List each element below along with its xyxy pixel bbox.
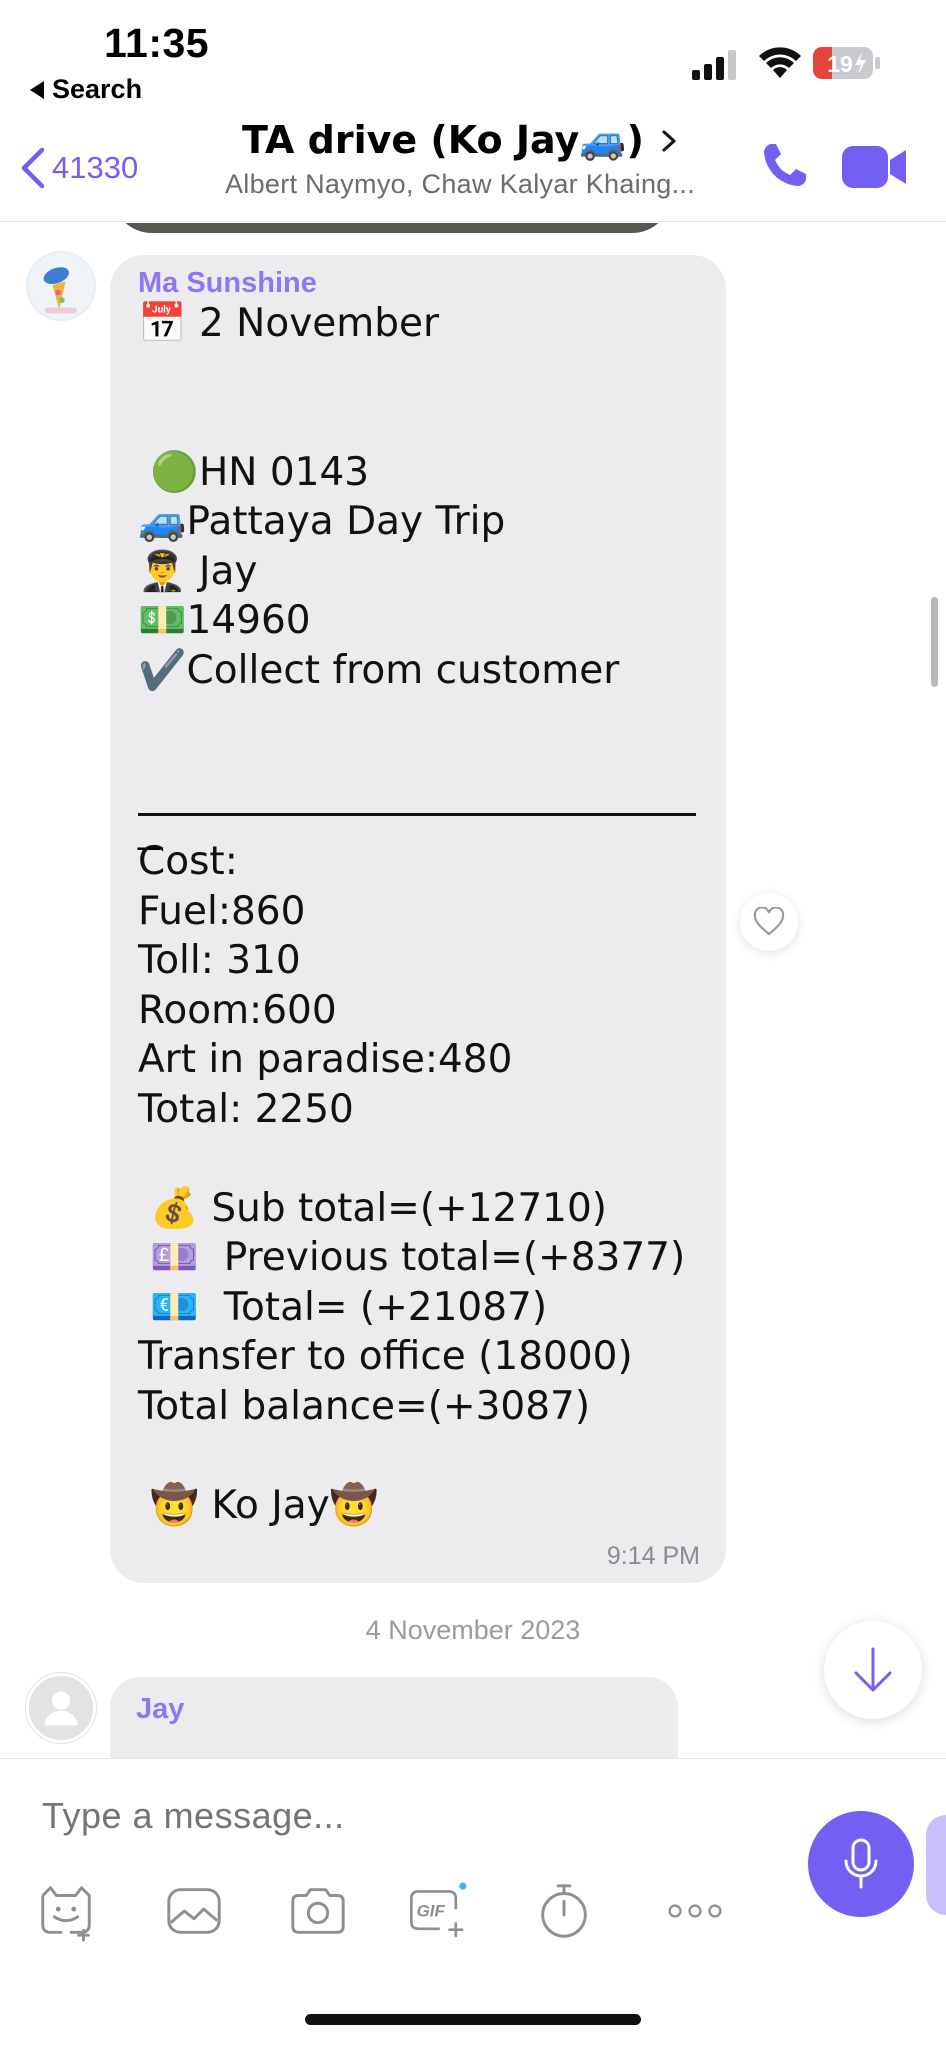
scroll-to-bottom-button[interactable] xyxy=(824,1621,922,1719)
message-text-cost: Cost: Fuel:860 Toll: 310 Room:600 Art in par… xyxy=(138,837,718,1530)
sticker-icon xyxy=(41,1886,91,1942)
avatar[interactable] xyxy=(26,251,96,321)
cellular-signal-icon xyxy=(692,50,736,80)
message-line: Room:600 xyxy=(138,987,337,1033)
composer: GIF xyxy=(0,1758,946,2048)
message-list[interactable]: Ma Sunshine 📅 2 November 🟢HN 0143 🚙Pattay… xyxy=(0,223,946,1758)
message-line xyxy=(138,349,718,399)
battery-level: 19 xyxy=(827,51,853,77)
message-line: 💶 Total= (+21087) xyxy=(138,1284,548,1330)
message-line: Transfer to office (18000) xyxy=(138,1334,633,1379)
chat-title: TA drive (Ko Jay🚙) xyxy=(242,118,644,162)
message-text-top: 📅 2 November 🟢HN 0143 🚙Pattaya Day Trip 👨‍… xyxy=(138,299,718,695)
disappearing-message-button[interactable] xyxy=(532,1879,596,1943)
wifi-icon xyxy=(759,47,801,78)
message-line: 🚙Pattaya Day Trip xyxy=(138,499,506,544)
chat-header: 41330 TA drive (Ko Jay🚙) Albert Naymyo, … xyxy=(0,110,946,222)
sticker-button[interactable] xyxy=(34,1879,98,1943)
gif-icon: GIF xyxy=(410,1882,467,1938)
gif-button[interactable]: GIF xyxy=(406,1879,470,1943)
message-input[interactable] xyxy=(42,1795,742,1837)
message-line xyxy=(138,1134,718,1184)
voice-message-button[interactable] xyxy=(808,1811,914,1917)
message-line xyxy=(138,398,718,448)
message-line: _ xyxy=(138,808,160,851)
message-line: 💵14960 xyxy=(138,598,311,643)
arrow-down-icon xyxy=(854,1647,892,1692)
message-line: Toll: 310 xyxy=(138,938,301,983)
sender-name[interactable]: Jay xyxy=(136,1693,184,1726)
phone-icon[interactable] xyxy=(760,140,810,190)
message-line: Total balance=(+3087) xyxy=(138,1383,591,1429)
message-line xyxy=(138,1431,718,1481)
default-user-icon xyxy=(29,1676,93,1740)
composer-toolbar: GIF xyxy=(0,1879,760,1959)
message-bubble[interactable]: Ma Sunshine 📅 2 November 🟢HN 0143 🚙Pattay… xyxy=(110,255,726,1583)
message-line: Art in paradise:480 xyxy=(138,1037,513,1082)
camera-icon xyxy=(291,1888,345,1934)
gallery-button[interactable] xyxy=(162,1879,226,1943)
message-line: 🟢HN 0143 xyxy=(138,449,370,495)
message-bubble[interactable]: Jay xyxy=(110,1677,678,1758)
svg-text:GIF: GIF xyxy=(417,1901,446,1920)
video-camera-icon[interactable] xyxy=(840,144,908,190)
chat-members: Albert Naymyo, Chaw Kalyar Khaing... xyxy=(225,169,695,199)
message-line: 👨‍✈️ Jay xyxy=(138,548,258,594)
battery-icon: 19 xyxy=(812,46,882,80)
more-options-button[interactable] xyxy=(660,1879,730,1943)
message-line: 🤠 Ko Jay🤠 xyxy=(138,1482,379,1528)
message-line: 💷 Previous total=(+8377) xyxy=(138,1235,686,1280)
back-to-app[interactable]: Search xyxy=(30,74,142,105)
message-line: Cost: xyxy=(138,839,238,884)
back-app-label: Search xyxy=(52,74,143,104)
clock: 11:35 xyxy=(104,20,210,66)
home-indicator[interactable] xyxy=(305,2014,641,2025)
back-button[interactable]: 41330 xyxy=(18,146,138,190)
scrollbar[interactable] xyxy=(931,597,938,687)
message-line: 📅 2 November xyxy=(138,301,440,346)
previous-media-message[interactable] xyxy=(112,223,672,233)
camera-button[interactable] xyxy=(286,1879,350,1943)
chevron-left-icon xyxy=(21,147,45,189)
chevron-right-icon xyxy=(662,130,676,151)
unread-count: 41330 xyxy=(52,150,139,185)
divider-line xyxy=(138,813,696,816)
message-line: ✔️Collect from customer xyxy=(138,647,620,693)
avatar[interactable] xyxy=(26,1673,96,1743)
chat-title-row: TA drive (Ko Jay🚙) xyxy=(242,118,678,163)
microphone-icon xyxy=(844,1838,878,1889)
like-button[interactable] xyxy=(740,893,798,951)
message-timestamp: 9:14 PM xyxy=(606,1542,700,1570)
sender-avatar-image xyxy=(28,253,94,319)
back-triangle-icon xyxy=(30,80,44,99)
secondary-action-edge[interactable] xyxy=(926,1815,946,1915)
sender-name[interactable]: Ma Sunshine xyxy=(138,267,317,300)
date-separator: 4 November 2023 xyxy=(365,1615,581,1645)
more-icon xyxy=(668,1904,722,1918)
chat-info[interactable]: TA drive (Ko Jay🚙) Albert Naymyo, Chaw K… xyxy=(200,118,720,200)
status-bar: 11:35 Search 19 xyxy=(0,0,946,110)
message-line: 💰 Sub total=(+12710) xyxy=(138,1185,608,1231)
heart-icon xyxy=(753,907,785,936)
gallery-icon xyxy=(167,1888,221,1934)
message-line: Fuel:860 xyxy=(138,888,306,934)
timer-icon xyxy=(541,1884,587,1938)
message-line: Total: 2250 xyxy=(138,1086,354,1132)
